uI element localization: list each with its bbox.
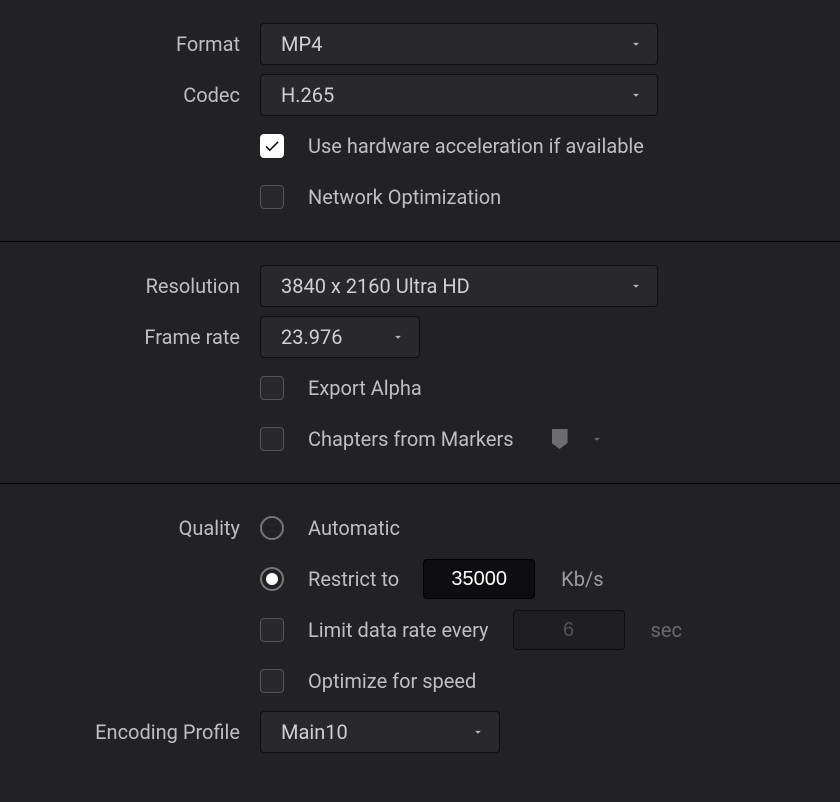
check-icon [263, 137, 281, 155]
restrict-unit: Kb/s [561, 567, 603, 591]
hw-accel-checkbox[interactable] [260, 134, 284, 158]
limit-rate-unit: sec [651, 618, 682, 642]
encoding-profile-select[interactable]: Main10 [260, 711, 500, 753]
net-opt-checkbox[interactable] [260, 185, 284, 209]
chapters-checkbox[interactable] [260, 427, 284, 451]
limit-rate-value-input [513, 610, 625, 650]
quality-restrict-radio[interactable] [260, 567, 284, 591]
resolution-value: 3840 x 2160 Ultra HD [281, 274, 470, 298]
codec-select[interactable]: H.265 [260, 74, 658, 116]
format-select[interactable]: MP4 [260, 23, 658, 65]
encoding-profile-value: Main10 [281, 720, 348, 744]
chevron-down-icon [629, 279, 643, 293]
chapters-label: Chapters from Markers [308, 427, 514, 451]
frame-rate-label: Frame rate [0, 325, 260, 349]
quality-label: Quality [0, 516, 260, 540]
export-alpha-label: Export Alpha [308, 376, 422, 400]
frame-rate-select[interactable]: 23.976 [260, 316, 420, 358]
chevron-down-icon [629, 37, 643, 51]
format-value: MP4 [281, 32, 322, 56]
resolution-label: Resolution [0, 274, 260, 298]
net-opt-label: Network Optimization [308, 185, 501, 209]
chevron-down-icon [391, 330, 405, 344]
codec-label: Codec [0, 83, 260, 107]
hw-accel-label: Use hardware acceleration if available [308, 134, 644, 158]
quality-auto-radio[interactable] [260, 516, 284, 540]
chevron-down-icon [629, 88, 643, 102]
frame-rate-value: 23.976 [281, 325, 342, 349]
quality-restrict-label: Restrict to [308, 567, 399, 591]
codec-value: H.265 [281, 83, 334, 107]
marker-icon [552, 429, 568, 449]
chevron-down-icon[interactable] [590, 432, 604, 446]
resolution-select[interactable]: 3840 x 2160 Ultra HD [260, 265, 658, 307]
limit-rate-label: Limit data rate every [308, 618, 489, 642]
export-alpha-checkbox[interactable] [260, 376, 284, 400]
limit-rate-checkbox[interactable] [260, 618, 284, 642]
restrict-value-input[interactable] [423, 559, 535, 599]
quality-auto-label: Automatic [308, 516, 400, 540]
format-label: Format [0, 32, 260, 56]
chevron-down-icon [471, 725, 485, 739]
optimize-speed-checkbox[interactable] [260, 669, 284, 693]
encoding-profile-label: Encoding Profile [0, 720, 260, 744]
optimize-speed-label: Optimize for speed [308, 669, 476, 693]
